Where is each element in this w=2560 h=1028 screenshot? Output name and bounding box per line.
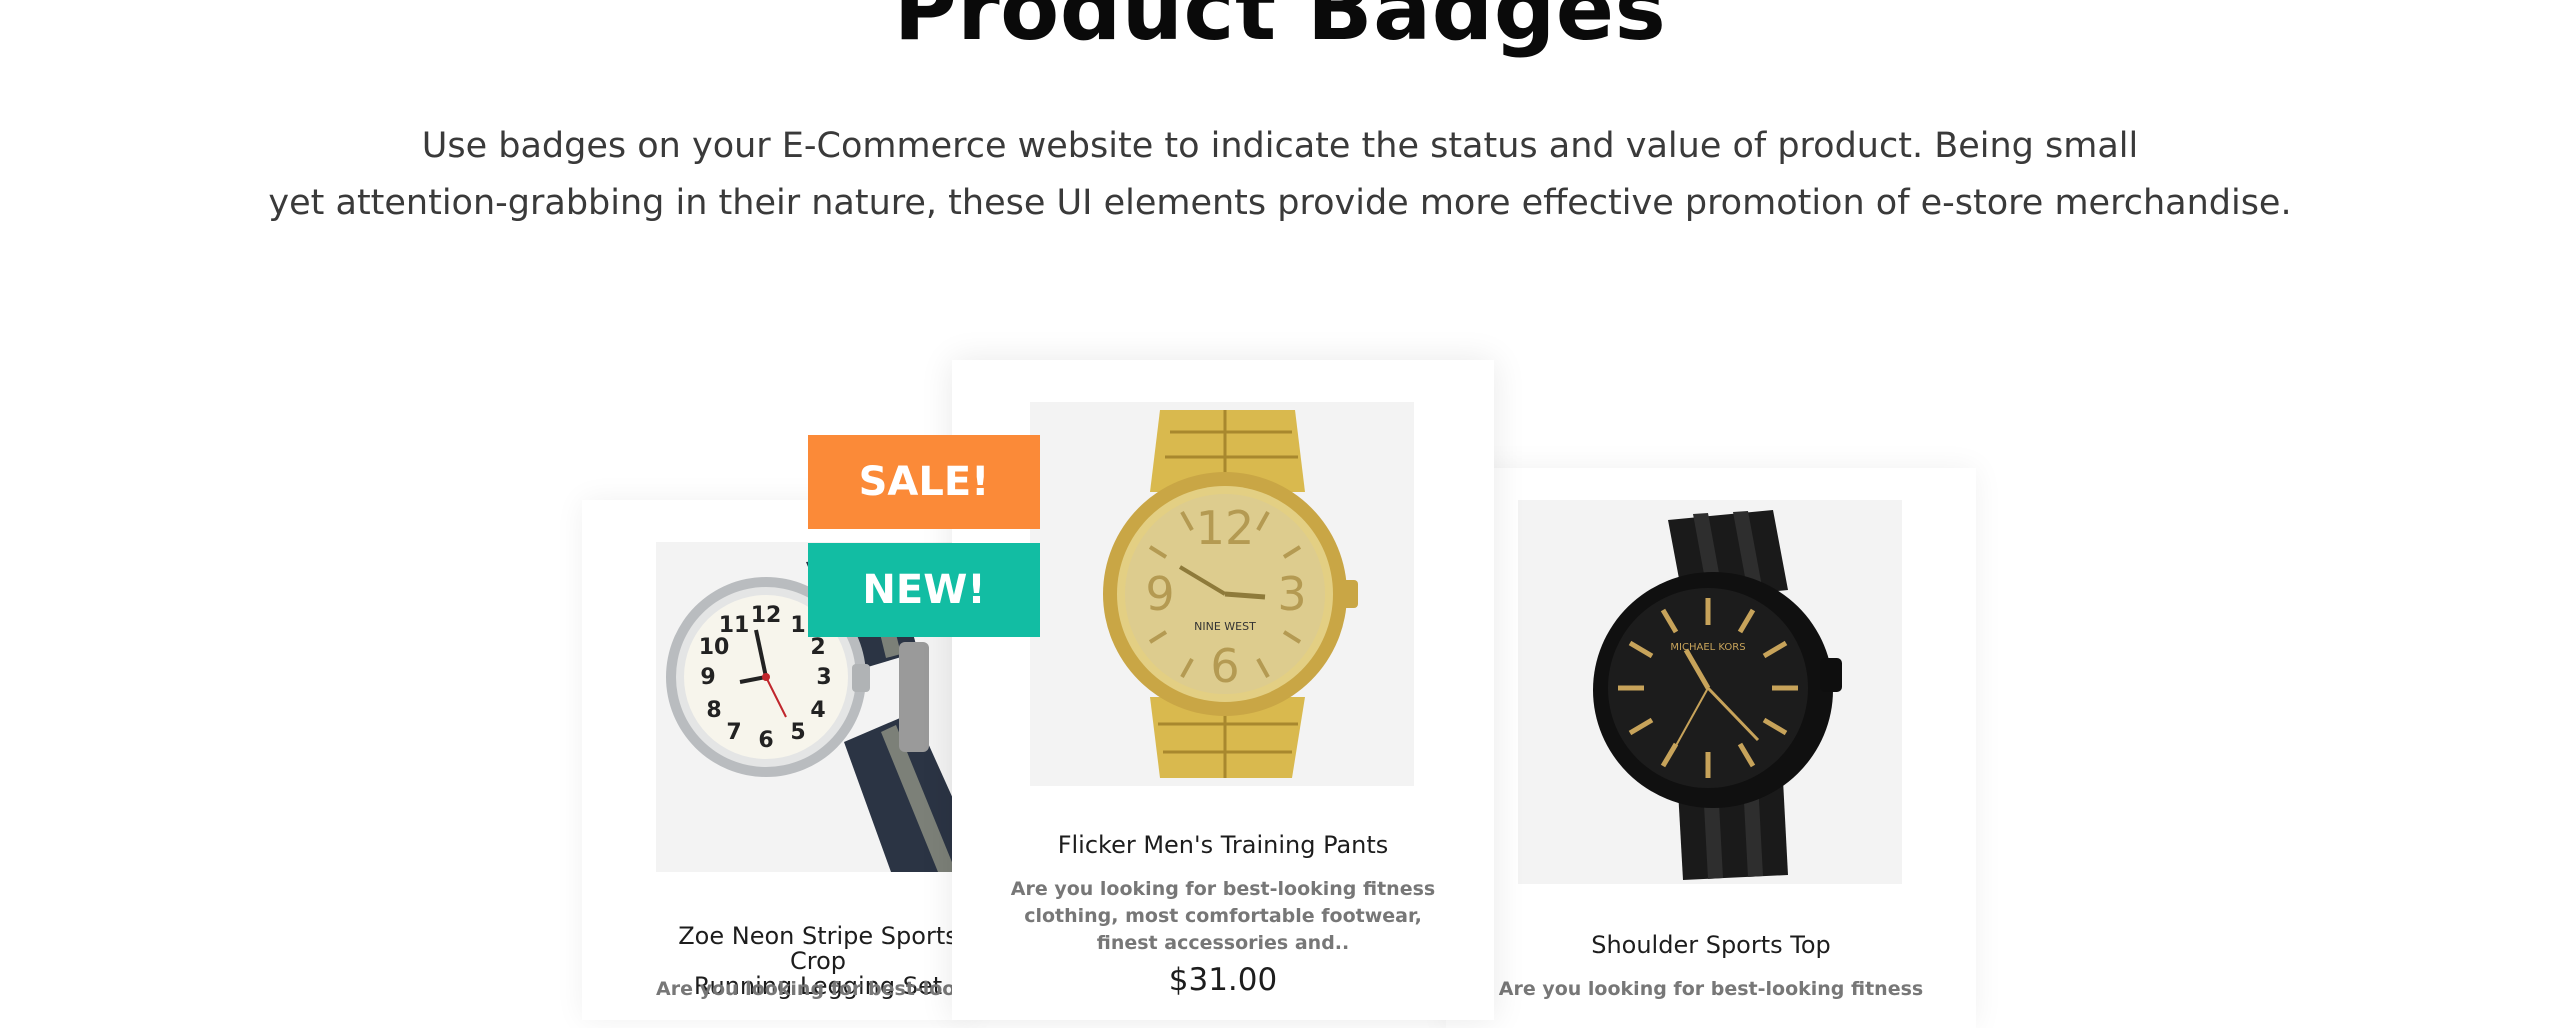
- svg-text:5: 5: [790, 720, 805, 745]
- svg-text:6: 6: [1210, 639, 1239, 693]
- svg-text:NINE WEST: NINE WEST: [1194, 620, 1256, 633]
- product-name[interactable]: Flicker Men's Training Pants: [952, 833, 1494, 858]
- svg-text:12: 12: [751, 603, 782, 628]
- svg-text:4: 4: [810, 698, 825, 723]
- product-description: Are you looking for best-looking fitness: [1498, 978, 1924, 1000]
- product-name[interactable]: Shoulder Sports Top: [1446, 933, 1976, 958]
- product-image-gold-watch[interactable]: 12 3 6 9 NINE WEST: [1030, 402, 1414, 786]
- product-description: Are you looking for best-looking fitn: [656, 978, 974, 1000]
- svg-text:9: 9: [1145, 567, 1174, 621]
- svg-text:2: 2: [810, 635, 825, 660]
- page-title: Product Badges: [893, 0, 1667, 60]
- subtitle-line-2: yet attention-grabbing in their nature, …: [268, 183, 2292, 223]
- svg-text:9: 9: [700, 665, 715, 690]
- svg-text:8: 8: [706, 698, 721, 723]
- new-badge: NEW!: [808, 543, 1040, 637]
- product-description: Are you looking for best-looking fitness…: [1010, 878, 1436, 954]
- sale-badge: SALE!: [808, 435, 1040, 529]
- svg-text:12: 12: [1196, 501, 1255, 555]
- product-image-black-watch[interactable]: MICHAEL KORS: [1518, 500, 1902, 884]
- svg-text:3: 3: [1277, 567, 1306, 621]
- svg-text:11: 11: [719, 613, 750, 638]
- subtitle-line-1: Use badges on your E-Commerce website to…: [421, 126, 2139, 166]
- svg-text:1: 1: [790, 613, 805, 638]
- svg-text:MICHAEL KORS: MICHAEL KORS: [1670, 642, 1745, 653]
- svg-text:6: 6: [758, 728, 773, 753]
- page-subtitle: Use badges on your E-Commerce website to…: [0, 118, 2560, 232]
- product-card-right[interactable]: MICHAEL KORS Shoulder Sports Top Are you…: [1446, 468, 1976, 1028]
- svg-text:7: 7: [726, 720, 741, 745]
- gold-watch-icon: 12 3 6 9 NINE WEST: [1030, 402, 1414, 786]
- product-price: $31.00: [1168, 962, 1278, 998]
- svg-text:10: 10: [699, 635, 730, 660]
- black-watch-icon: MICHAEL KORS: [1518, 500, 1902, 884]
- svg-text:3: 3: [816, 665, 831, 690]
